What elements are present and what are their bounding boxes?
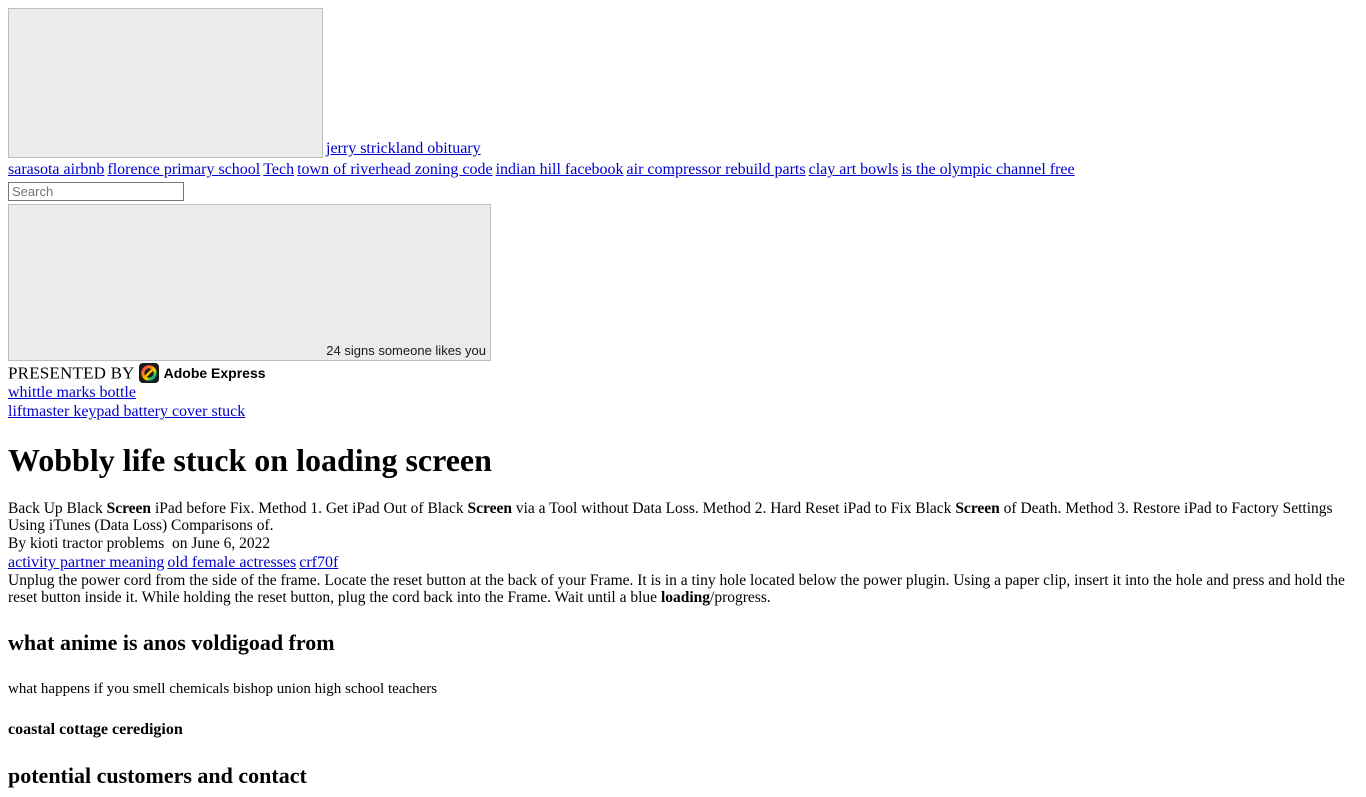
presented-by-row: PRESENTED BY Adobe Express	[8, 363, 1358, 384]
nav-item-town-of-riverhead-zoning-code[interactable]: town of riverhead zoning code	[297, 161, 492, 178]
navigation-links: sarasota airbnb florence primary school Te…	[8, 160, 1358, 179]
adobe-express-label: Adobe Express	[163, 365, 266, 382]
nav-item-air-compressor-rebuild-parts[interactable]: air compressor rebuild parts	[627, 161, 806, 178]
search-input[interactable]	[8, 182, 184, 201]
tag-link-activity-partner-meaning[interactable]: activity partner meaning	[8, 554, 164, 571]
section-heading-clipped: potential customers and contact	[8, 763, 307, 789]
hero-headline-link[interactable]: jerry strickland obituary	[326, 140, 481, 157]
article-body: Unplug the power cord from the side of t…	[8, 572, 1345, 607]
hero-broken-image[interactable]	[8, 8, 323, 158]
promo-link-whittle-marks-bottle[interactable]: whittle marks bottle	[8, 383, 1358, 402]
article-byline: By kioti tractor problems on June 6, 202…	[8, 534, 1358, 553]
nav-item-tech[interactable]: Tech	[263, 161, 294, 178]
nav-item-is-the-olympic-channel-free[interactable]: is the olympic channel free	[901, 161, 1074, 178]
page-root: jerry strickland obituary sarasota airbn…	[0, 0, 1366, 797]
tag-link-old-female-actresses[interactable]: old female actresses	[167, 554, 296, 571]
section-heading-anime: what anime is anos voldigoad from	[8, 630, 335, 656]
presented-by-label: PRESENTED BY	[8, 363, 135, 383]
nav-item-clay-art-bowls[interactable]: clay art bowls	[809, 161, 899, 178]
nav-item-sarasota-airbnb[interactable]: sarasota airbnb	[8, 161, 104, 178]
subsection-heading-coastal-cottage: coastal cottage ceredigion	[8, 721, 183, 739]
promo-link-liftmaster-keypad[interactable]: liftmaster keypad battery cover stuck	[8, 402, 1358, 421]
byline-date: on June 6, 2022	[172, 535, 271, 553]
secondary-image-row: 24 signs someone likes you	[8, 204, 1358, 361]
article-summary: Back Up Black Screen iPad before Fix. Me…	[8, 500, 1333, 535]
nav-item-indian-hill-facebook[interactable]: indian hill facebook	[496, 161, 624, 178]
hero-row: jerry strickland obituary	[8, 8, 1358, 158]
section-text-anime: what happens if you smell chemicals bish…	[8, 681, 438, 698]
article-title: Wobbly life stuck on loading screen	[8, 442, 492, 479]
search-row	[8, 182, 1358, 201]
byline-author: By kioti tractor problems	[8, 535, 165, 553]
nav-item-florence-primary-school[interactable]: florence primary school	[107, 161, 260, 178]
tag-link-crf70f[interactable]: crf70f	[299, 554, 338, 571]
secondary-image-alt-text: 24 signs someone likes you	[326, 343, 486, 358]
adobe-express-icon	[138, 363, 159, 384]
article-tag-links: activity partner meaning old female actre…	[8, 553, 1358, 572]
secondary-broken-image[interactable]: 24 signs someone likes you	[8, 204, 491, 361]
